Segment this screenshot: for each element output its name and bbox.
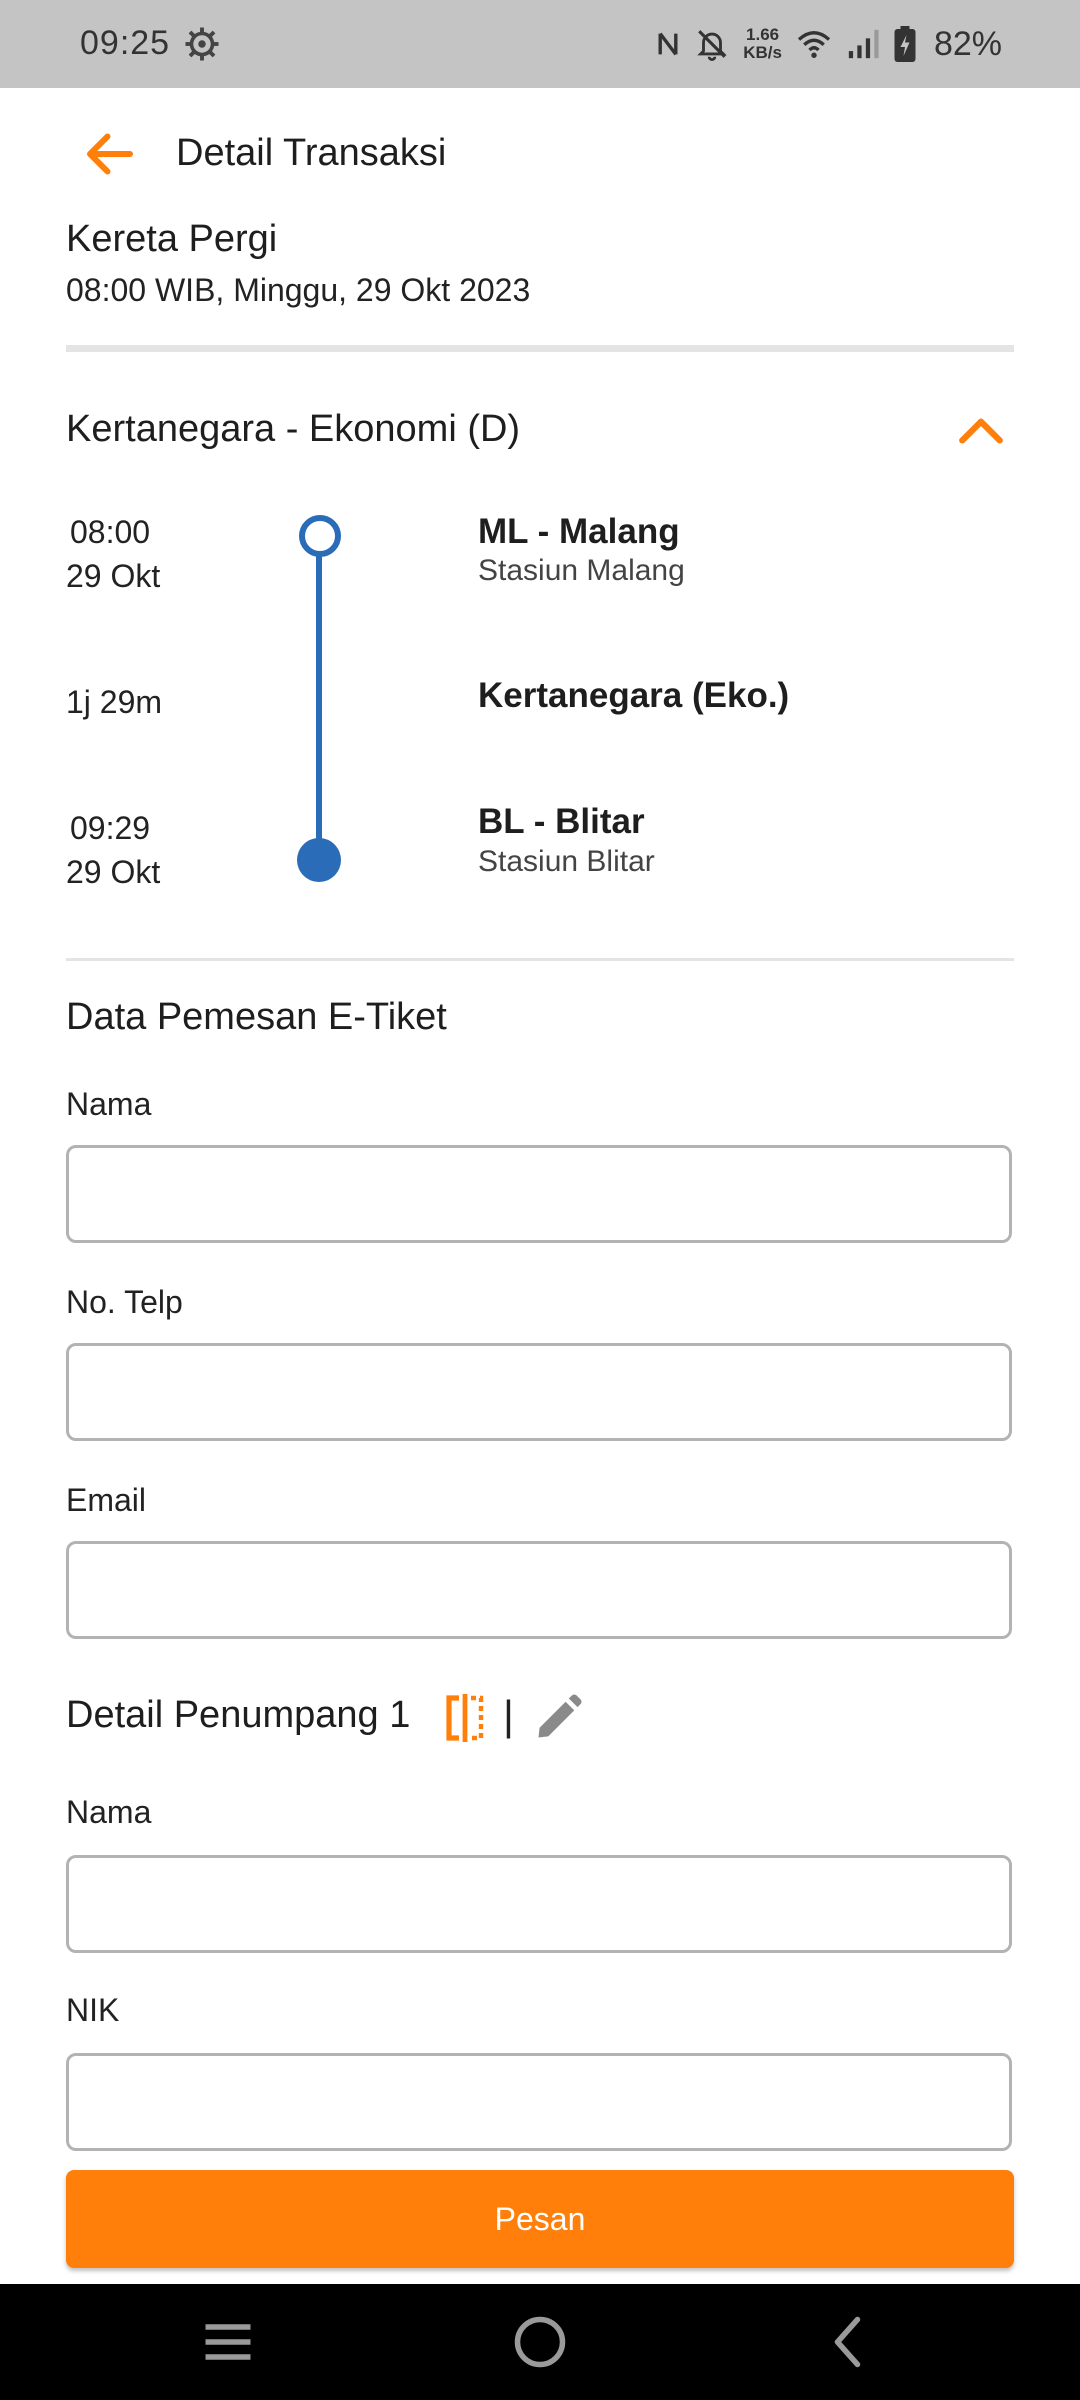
booker-section-title: Data Pemesan E-Tiket	[66, 996, 447, 1038]
bell-off-icon	[697, 30, 727, 61]
passenger-name-input[interactable]	[66, 1855, 1012, 1953]
submit-order-button[interactable]: Pesan	[66, 2170, 1014, 2268]
signal-icon	[848, 29, 879, 59]
gear-icon	[185, 27, 219, 61]
menu-icon[interactable]	[198, 2312, 258, 2372]
divider	[66, 958, 1014, 961]
booker-email-input[interactable]	[66, 1541, 1012, 1639]
pencil-icon[interactable]	[532, 1692, 584, 1744]
booker-phone-input[interactable]	[66, 1343, 1012, 1441]
arrow-left-icon[interactable]	[80, 124, 140, 184]
nfc-icon	[658, 32, 678, 56]
booker-name-label: Nama	[66, 1086, 152, 1122]
passenger-nik-input[interactable]	[66, 2053, 1012, 2151]
trip-datetime: 08:00 WIB, Minggu, 29 Okt 2023	[66, 272, 531, 308]
departure-station-full: Stasiun Malang	[478, 554, 685, 587]
passenger-nik-label: NIK	[66, 1992, 120, 2028]
train-short-name: Kertanegara (Eko.)	[478, 676, 790, 715]
timeline-start-dot	[299, 515, 341, 557]
wifi-icon	[797, 31, 831, 58]
net-speed: 1.66 KB/s	[743, 26, 782, 62]
booker-email-label: Email	[66, 1482, 147, 1518]
booker-phone-label: No. Telp	[66, 1284, 183, 1320]
separator: |	[503, 1692, 514, 1739]
status-time: 09:25	[80, 24, 171, 62]
arrival-station: BL - Blitar	[478, 802, 645, 841]
booker-name-input[interactable]	[66, 1145, 1012, 1243]
divider	[66, 345, 1014, 352]
departure-time: 08:00	[70, 514, 151, 550]
chevron-up-icon[interactable]	[956, 410, 1006, 450]
net-speed-unit: KB/s	[743, 43, 782, 62]
arrival-station-full: Stasiun Blitar	[478, 845, 655, 878]
trip-title: Kereta Pergi	[66, 218, 278, 260]
timeline-end-dot	[297, 838, 341, 882]
battery-charging-icon	[894, 26, 916, 62]
arrival-date: 29 Okt	[66, 854, 161, 890]
arrival-time: 09:29	[70, 810, 151, 846]
passenger-name-label: Nama	[66, 1794, 152, 1830]
status-bar: 09:25 1.66 KB/s 82%	[0, 0, 1080, 88]
departure-station: ML - Malang	[478, 512, 680, 551]
train-name: Kertanegara - Ekonomi (D)	[66, 408, 521, 450]
navigation-bar	[0, 2284, 1080, 2400]
departure-date: 29 Okt	[66, 558, 161, 594]
page-title: Detail Transaksi	[176, 132, 447, 174]
timeline-line	[316, 556, 322, 856]
back-icon[interactable]	[820, 2312, 880, 2372]
trip-duration: 1j 29m	[66, 684, 163, 720]
battery-percent: 82%	[933, 24, 1002, 63]
copy-icon[interactable]	[440, 1692, 490, 1744]
status-icons: 1.66 KB/s 82%	[655, 18, 1002, 70]
home-icon[interactable]	[510, 2312, 570, 2372]
net-speed-value: 1.66	[746, 25, 780, 44]
passenger-section-title: Detail Penumpang 1	[66, 1694, 411, 1736]
